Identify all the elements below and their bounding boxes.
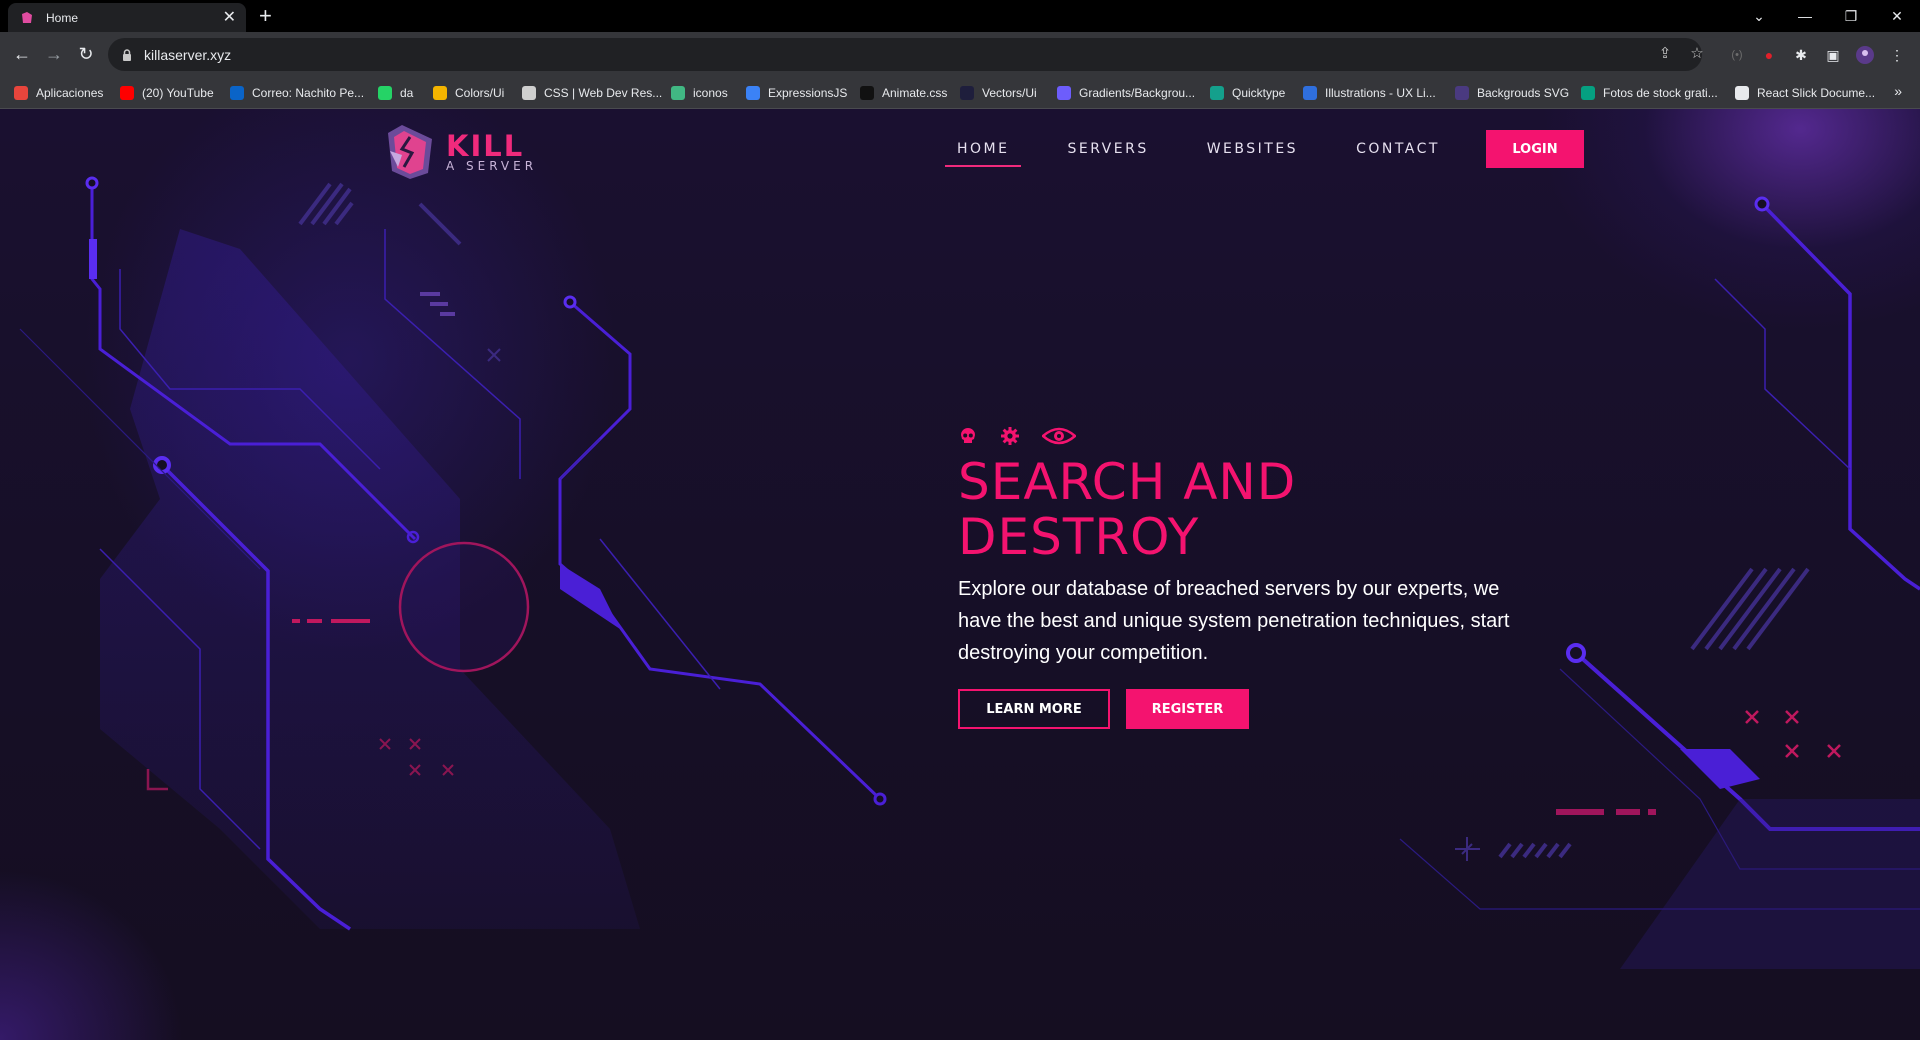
bookmark-item[interactable]: CSS | Web Dev Res... <box>522 83 662 103</box>
bookmark-item[interactable]: da <box>378 83 413 103</box>
shield-logo-icon <box>388 125 432 179</box>
bookmark-item[interactable]: Colors/Ui <box>433 83 504 103</box>
bookmark-label: da <box>400 86 414 100</box>
bookmark-item[interactable]: Quicktype <box>1210 83 1285 103</box>
site-favicon-icon <box>22 11 32 23</box>
puzzle-extensions-icon[interactable]: ✱ <box>1788 42 1814 68</box>
side-panel-icon[interactable]: ▣ <box>1820 42 1846 68</box>
bookmark-item[interactable]: ExpressionsJS <box>746 83 847 103</box>
restore-icon[interactable]: ❐ <box>1828 0 1874 32</box>
window-close-icon[interactable]: ✕ <box>1874 0 1920 32</box>
animate-icon <box>860 86 874 100</box>
new-tab-icon[interactable]: + <box>259 4 272 28</box>
ux-icon <box>1303 86 1317 100</box>
bookmarks-bar: Aplicaciones (20) YouTube Correo: Nachito … <box>0 77 1920 109</box>
adblock-extension-icon[interactable]: ● <box>1756 42 1782 68</box>
bookmark-item[interactable]: iconos <box>671 83 728 103</box>
bookmark-label: Colors/Ui <box>455 86 505 100</box>
gear-icon <box>1001 427 1019 445</box>
youtube-icon <box>120 86 134 100</box>
nav-websites-link[interactable]: WEBSITES <box>1195 129 1310 169</box>
browser-tab-bar: Home ✕ + ⌄ — ❐ ✕ <box>0 0 1920 32</box>
reload-icon[interactable]: ↻ <box>74 42 98 66</box>
bookmark-label: Backgrouds SVG <box>1477 86 1570 100</box>
react-icon <box>1735 86 1749 100</box>
bookmark-label: Animate.css <box>882 86 948 100</box>
bookmark-item[interactable]: Correo: Nachito Pe... <box>230 83 364 103</box>
nav-home-link[interactable]: HOME <box>945 129 1022 169</box>
learn-more-button[interactable]: LEARN MORE <box>958 689 1110 729</box>
logo-wordmark: KILL <box>446 129 525 163</box>
browser-toolbar: ← → ↻ killaserver.xyz ⇪ ☆ (•) ● ✱ ▣ ⋮ <box>0 32 1920 77</box>
site-logo[interactable]: KILL A SERVER <box>382 123 537 181</box>
hero-icon-row <box>958 425 1518 447</box>
login-button[interactable]: LOGIN <box>1485 130 1584 168</box>
logo-tagline: A SERVER <box>446 159 538 173</box>
svg-icon <box>1455 86 1469 100</box>
address-bar[interactable]: killaserver.xyz <box>108 38 1702 71</box>
photos-icon <box>1581 86 1595 100</box>
tab-search-icon[interactable]: ⌄ <box>1736 0 1782 32</box>
extension-icon[interactable]: (•) <box>1724 42 1750 68</box>
bookmark-label: (20) YouTube <box>142 86 214 100</box>
hero-description: Explore our database of breached servers… <box>958 578 1510 664</box>
eye-icon <box>1042 427 1076 445</box>
hero-title: SEARCH AND DESTROY <box>958 455 1518 565</box>
more-bookmarks-icon[interactable]: » <box>1894 83 1902 99</box>
nav-servers-link[interactable]: SERVERS <box>1055 129 1160 169</box>
bookmark-label: Gradients/Backgrou... <box>1079 86 1196 100</box>
bookmark-label: Correo: Nachito Pe... <box>252 86 365 100</box>
main-navigation: HOME SERVERS WEBSITES CONTACT LOGIN <box>945 129 1584 169</box>
save-icon <box>522 86 536 100</box>
bookmark-label: CSS | Web Dev Res... <box>544 86 663 100</box>
colors-icon <box>433 86 447 100</box>
bookmark-label: ExpressionsJS <box>768 86 848 100</box>
register-button[interactable]: REGISTER <box>1126 689 1249 729</box>
forward-icon[interactable]: → <box>42 42 66 66</box>
bookmark-item[interactable]: Backgrouds SVG <box>1455 83 1569 103</box>
skull-icon <box>961 428 975 443</box>
nav-contact-link[interactable]: CONTACT <box>1344 129 1452 169</box>
hero-title-line-2: DESTROY <box>958 508 1200 566</box>
hero-actions: LEARN MORE REGISTER <box>958 689 1518 729</box>
bookmark-item[interactable]: Aplicaciones <box>14 83 103 103</box>
bookmark-item[interactable]: Gradients/Backgrou... <box>1057 83 1195 103</box>
outlook-icon <box>230 86 244 100</box>
bookmark-item[interactable]: Animate.css <box>860 83 947 103</box>
bookmark-star-icon[interactable]: ☆ <box>1684 40 1710 66</box>
webpage: KILL A SERVER HOME SERVERS WEBSITES CONT… <box>0 109 1920 1040</box>
bookmark-label: Illustrations - UX Li... <box>1325 86 1436 100</box>
hero-title-line-1: SEARCH AND <box>958 453 1297 511</box>
bookmark-label: Vectors/Ui <box>982 86 1037 100</box>
bookmark-label: iconos <box>693 86 728 100</box>
bookmark-label: Fotos de stock grati... <box>1603 86 1718 100</box>
whatsapp-icon <box>378 86 392 100</box>
expressions-icon <box>746 86 760 100</box>
bookmark-item[interactable]: React Slick Docume... <box>1735 83 1875 103</box>
bookmark-label: React Slick Docume... <box>1757 86 1876 100</box>
vectors-icon <box>960 86 974 100</box>
lock-icon <box>123 48 131 61</box>
bookmark-item[interactable]: (20) YouTube <box>120 83 214 103</box>
hero-section: SEARCH AND DESTROY Explore our database … <box>958 425 1518 729</box>
bookmark-label: Aplicaciones <box>36 86 104 100</box>
apps-grid-icon <box>14 86 28 100</box>
browser-menu-icon[interactable]: ⋮ <box>1884 42 1910 68</box>
tab-title: Home <box>46 10 79 25</box>
share-icon[interactable]: ⇪ <box>1652 40 1678 66</box>
url-text: killaserver.xyz <box>144 46 232 63</box>
bookmark-item[interactable]: Vectors/Ui <box>960 83 1037 103</box>
vue-icon <box>671 86 685 100</box>
back-icon[interactable]: ← <box>10 42 34 66</box>
bookmark-label: Quicktype <box>1232 86 1286 100</box>
close-tab-icon[interactable]: ✕ <box>223 9 236 26</box>
bookmark-item[interactable]: Fotos de stock grati... <box>1581 83 1718 103</box>
gradients-icon <box>1057 86 1071 100</box>
minimize-icon[interactable]: — <box>1782 0 1828 32</box>
quicktype-icon <box>1210 86 1224 100</box>
browser-tab[interactable]: Home ✕ <box>8 3 246 32</box>
bookmark-item[interactable]: Illustrations - UX Li... <box>1303 83 1436 103</box>
profile-avatar-icon[interactable] <box>1852 42 1878 68</box>
